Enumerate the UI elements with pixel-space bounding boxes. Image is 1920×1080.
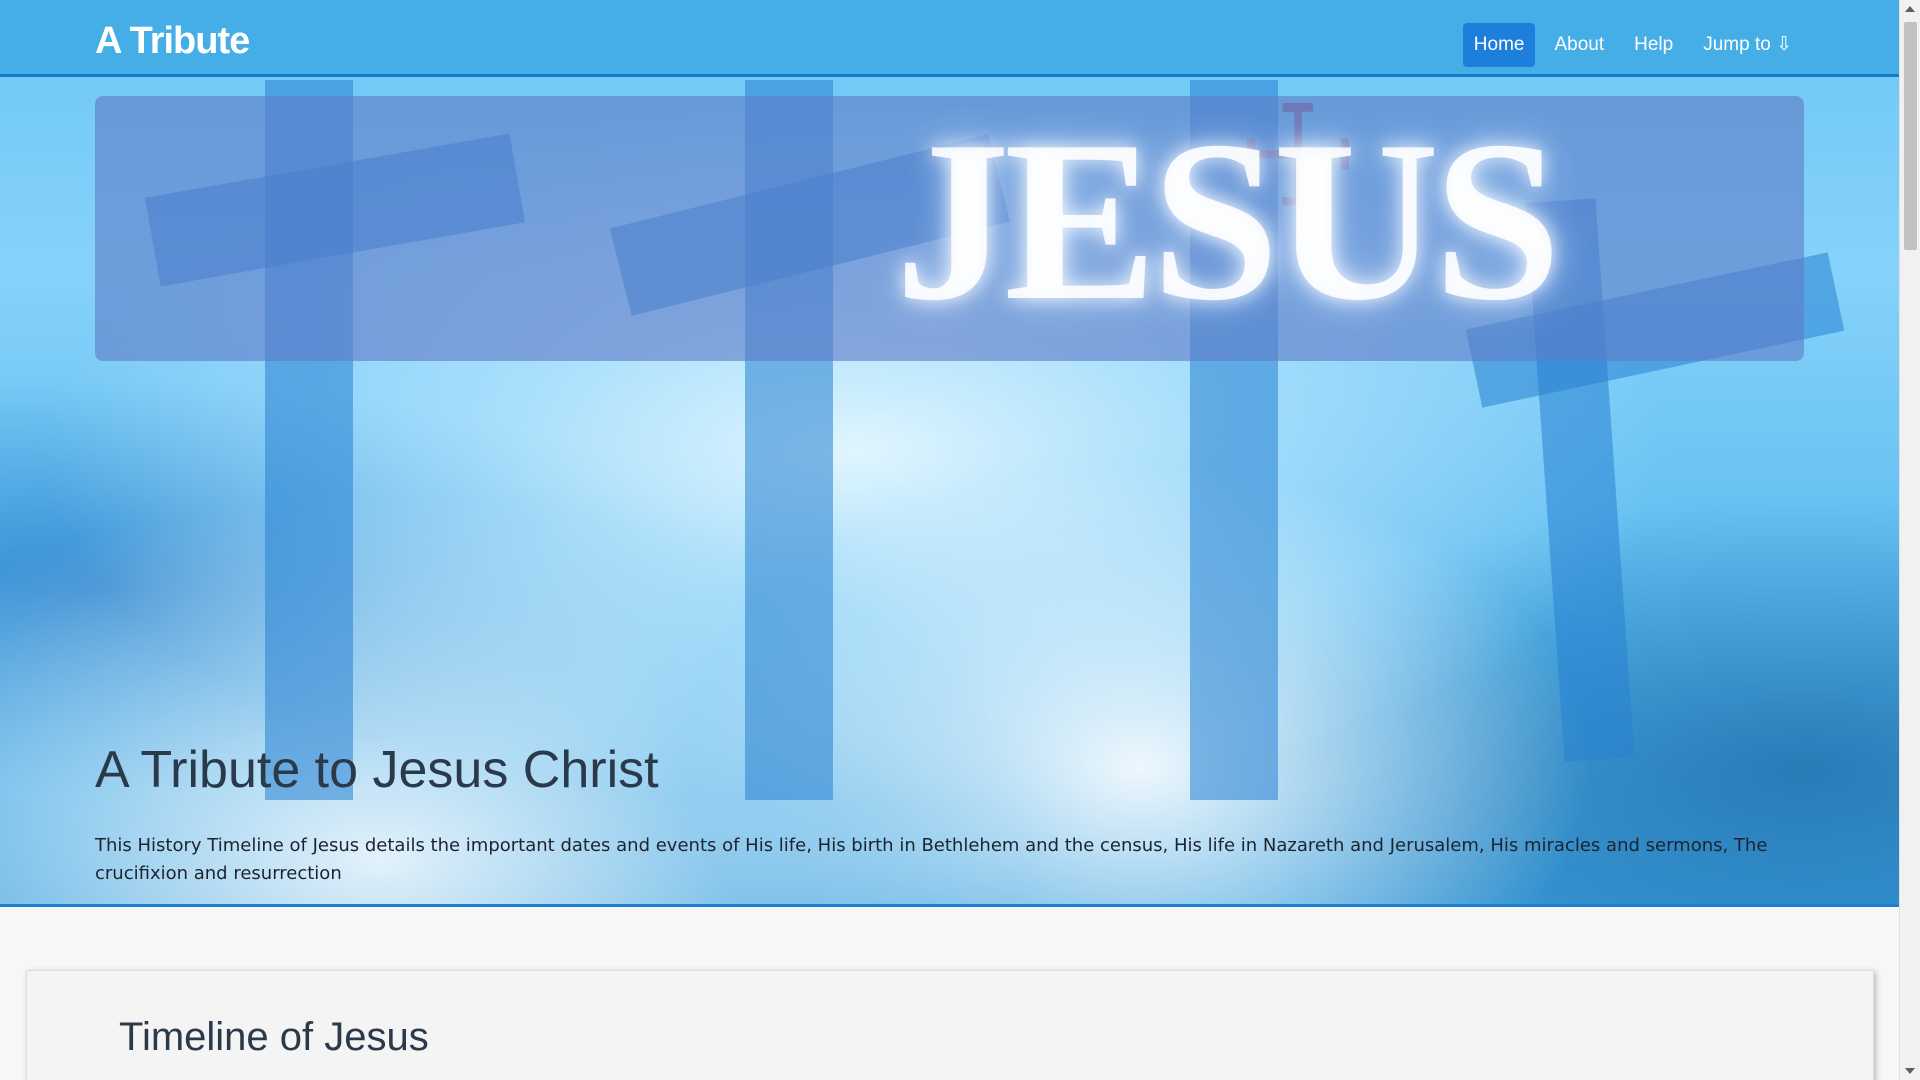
brand-logo[interactable]: A Tribute [95, 20, 250, 63]
navbar: A Tribute Home About Help Jump to ⇩ [0, 0, 1899, 77]
timeline-card: Timeline of Jesus [26, 970, 1874, 1080]
scroll-up-icon[interactable] [1905, 6, 1915, 12]
nav-jump-to[interactable]: Jump to ⇩ [1692, 23, 1803, 67]
page-title: A Tribute to Jesus Christ [95, 741, 659, 799]
scroll-thumb[interactable] [1904, 22, 1917, 250]
scroll-down-icon[interactable] [1905, 1068, 1915, 1074]
banner-image: ☩ JESUS [95, 96, 1804, 361]
nav-home[interactable]: Home [1462, 23, 1536, 67]
nav-help[interactable]: Help [1623, 23, 1684, 67]
card-title: Timeline of Jesus [119, 1015, 429, 1059]
page-scrollbar[interactable] [1899, 0, 1920, 1080]
banner-word: JESUS [895, 96, 1561, 348]
nav-about[interactable]: About [1543, 23, 1615, 67]
nav-menu: Home About Help Jump to ⇩ [1462, 23, 1803, 67]
hero-description: This History Timeline of Jesus details t… [95, 835, 1768, 884]
